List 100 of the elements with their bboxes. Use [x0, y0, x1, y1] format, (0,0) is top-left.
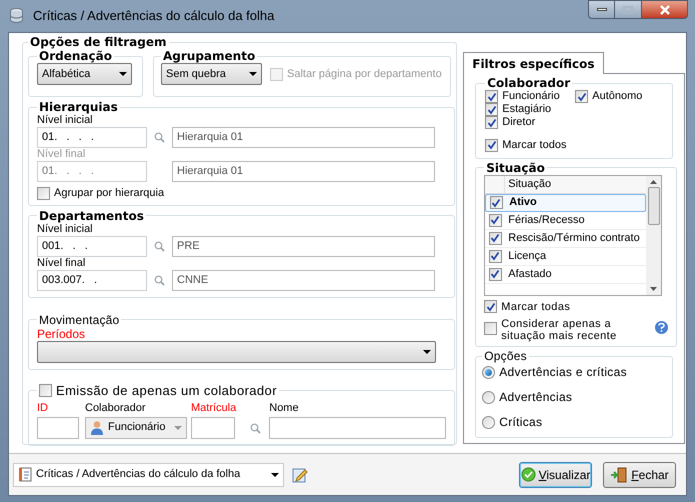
checkbox[interactable]	[485, 103, 498, 116]
caret-icon	[174, 426, 182, 430]
radio-button[interactable]	[482, 416, 496, 428]
scroll-up-arrow-icon[interactable]	[650, 180, 658, 184]
edit-icon[interactable]	[292, 466, 308, 482]
caret-icon	[271, 472, 279, 476]
caret-icon	[423, 350, 431, 354]
field-label: Nível final	[37, 256, 86, 270]
check-icon	[520, 467, 536, 482]
group-title: Ordenação	[38, 49, 113, 63]
checkbox[interactable]	[484, 322, 498, 335]
radio-button[interactable]	[482, 390, 496, 404]
checkbox-label: Saltar página por departamento	[287, 66, 442, 82]
table-row[interactable]: Férias/Recesso	[485, 212, 646, 230]
help-icon[interactable]	[655, 321, 668, 334]
name-field: Hierarquia 01	[172, 161, 435, 182]
field-label: Períodos	[37, 326, 86, 340]
close-button[interactable]	[641, 0, 688, 19]
checkbox[interactable]	[488, 232, 502, 244]
table-row[interactable]: Ativo	[485, 194, 646, 212]
search-icon[interactable]	[154, 274, 165, 286]
window-title: Críticas / Advertências do cálculo da folha	[33, 7, 274, 25]
close-icon	[658, 4, 670, 14]
field-label: Nível inicial	[37, 222, 93, 236]
checkbox[interactable]	[488, 214, 502, 226]
caret-icon	[119, 72, 127, 76]
exit-door-icon	[610, 466, 628, 482]
group-title: Opções de filtragem	[29, 35, 168, 49]
report-icon	[18, 467, 32, 482]
checkbox-label: Autônomo	[592, 90, 642, 103]
name-field: Hierarquia 01	[172, 127, 435, 148]
group-title: Opções	[483, 349, 528, 363]
exit-button[interactable]: Fechar	[603, 462, 676, 488]
table-row[interactable]: Rescisão/Término contrato	[485, 230, 646, 248]
radio-label: Advertências	[499, 389, 572, 406]
search-icon[interactable]	[154, 132, 165, 143]
report-dropdown[interactable]: Críticas / Advertências do cálculo da folha	[13, 462, 284, 486]
group-title: Colaborador	[486, 76, 572, 90]
search-icon[interactable]	[154, 240, 165, 252]
search-icon[interactable]	[250, 422, 262, 434]
checkbox[interactable]	[485, 138, 498, 152]
tab[interactable]: Filtros específicos	[463, 52, 604, 74]
table-cell-text: Afastado	[507, 266, 552, 282]
checkbox[interactable]	[484, 300, 498, 314]
checkbox-label: Marcar todos	[502, 138, 566, 153]
maximize-button[interactable]	[615, 0, 641, 19]
field-label: Nível inicial	[37, 114, 94, 127]
group-title: Departamentos	[39, 208, 145, 222]
table-cell-text: Rescisão/Término contrato	[507, 230, 640, 246]
field-label: Nível final	[37, 148, 86, 161]
checkbox[interactable]	[490, 196, 503, 209]
field-label: Matrícula	[191, 401, 236, 416]
employee-type-dropdown[interactable]: Funcionário	[85, 416, 187, 438]
scroll-down-arrow-icon[interactable]	[650, 286, 658, 290]
checkbox[interactable]	[485, 90, 498, 103]
input-field[interactable]	[37, 416, 79, 438]
radio-label: Advertências e críticas	[499, 364, 627, 381]
view-button[interactable]: Visualizar	[519, 462, 592, 488]
group-title: Situação	[485, 160, 546, 174]
code-field[interactable]: 01. . . .	[37, 127, 147, 148]
group-title: Movimentação	[38, 312, 120, 326]
table-row[interactable]: Afastado	[485, 266, 646, 284]
table-cell-text: Férias/Recesso	[507, 212, 585, 228]
field-label: ID	[37, 401, 48, 416]
radio-label: Críticas	[499, 414, 542, 431]
database-icon	[8, 7, 25, 24]
minimize-button[interactable]	[588, 0, 615, 19]
code-field[interactable]: 001. . .	[37, 236, 147, 256]
checkbox[interactable]	[575, 90, 588, 103]
checkbox-label: Funcionário	[502, 90, 560, 103]
checkbox-label: Estagiário	[502, 103, 552, 116]
input-field[interactable]	[191, 416, 235, 438]
dropdown[interactable]: Sem quebra	[161, 63, 262, 85]
radio-button[interactable]	[482, 366, 496, 378]
table-cell-text: Licença	[507, 248, 546, 264]
code-field[interactable]: 003.007. .	[37, 270, 147, 290]
checkbox-label: Marcar todas	[501, 300, 570, 314]
name-field: PRE	[172, 236, 435, 256]
field-label: Colaborador	[85, 401, 146, 416]
group-title: Hierarquias	[38, 100, 119, 114]
checkbox[interactable]	[485, 116, 498, 129]
dropdown[interactable]	[37, 340, 436, 362]
checkbox-label: Considerar apenas a situação mais recente	[501, 318, 618, 342]
group-title: Agrupamento	[162, 49, 256, 63]
checkbox[interactable]	[488, 268, 502, 280]
dropdown[interactable]: Alfabética	[37, 63, 132, 85]
checkbox-label: Emissão de apenas um colaborador	[56, 382, 277, 400]
checkbox-label: Agrupar por hierarquia	[54, 186, 164, 201]
table-cell-text: Ativo	[508, 195, 537, 210]
checkbox[interactable]	[488, 250, 502, 262]
checkbox-label: Diretor	[502, 116, 536, 129]
caret-icon	[249, 72, 257, 76]
scrollbar[interactable]	[646, 176, 662, 294]
input-field[interactable]	[269, 416, 446, 438]
table-row[interactable]: Licença	[485, 248, 646, 266]
person-icon	[90, 420, 104, 435]
field-label: Nome	[269, 401, 299, 416]
checkbox[interactable]	[39, 384, 52, 397]
checkbox[interactable]	[37, 186, 50, 200]
name-field: CNNE	[172, 270, 435, 290]
